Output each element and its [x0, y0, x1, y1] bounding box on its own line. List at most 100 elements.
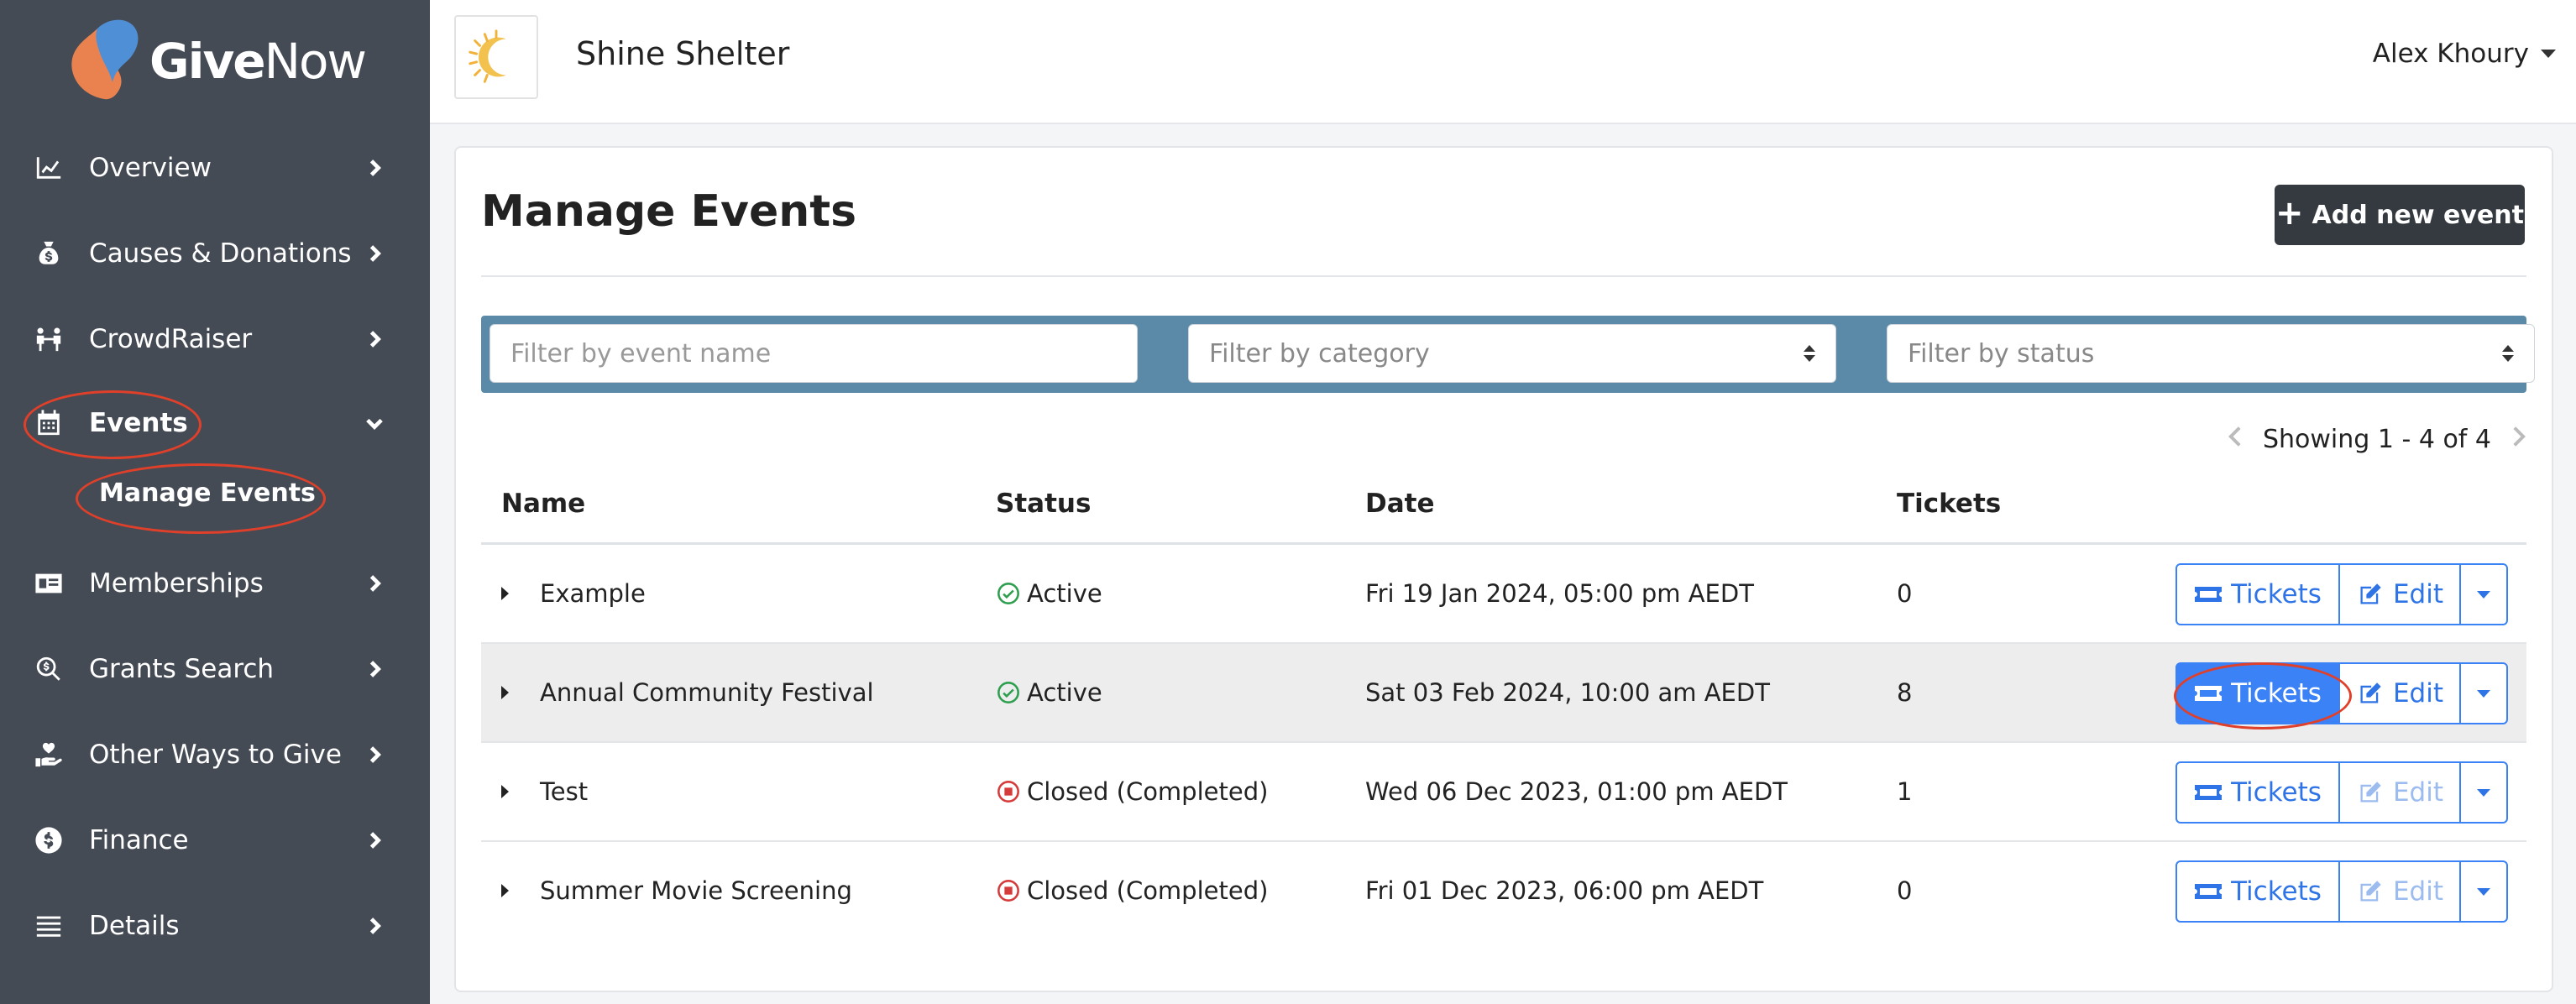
top-bar: Shine Shelter Alex Khoury	[430, 0, 2576, 124]
expand-row-icon[interactable]	[501, 587, 509, 600]
add-new-event-button[interactable]: + Add new event	[2275, 185, 2525, 245]
event-status: Closed (Completed)	[997, 743, 1268, 840]
edit-button[interactable]: Edit	[2338, 563, 2461, 625]
more-actions-dropdown[interactable]	[2459, 662, 2508, 724]
filter-event-name[interactable]	[490, 324, 1138, 383]
event-date: Sat 03 Feb 2024, 10:00 am AEDT	[1365, 678, 1770, 707]
sidebar-item-label: CrowdRaiser	[89, 324, 253, 354]
ticket-icon	[2195, 587, 2223, 602]
chevron-right-icon	[363, 829, 386, 852]
add-new-event-label: Add new event	[2312, 200, 2524, 230]
edit-button: Edit	[2338, 761, 2461, 824]
more-actions-dropdown[interactable]	[2459, 860, 2508, 923]
sidebar-item-events[interactable]: Events	[0, 385, 430, 461]
chevron-right-icon	[363, 572, 386, 595]
sidebar-item-label: Details	[89, 911, 180, 941]
filter-category-select[interactable]: Filter by category	[1188, 324, 1836, 383]
row-actions: Tickets Edit	[2175, 761, 2508, 824]
hand-heart-icon	[34, 740, 64, 770]
tickets-button-label: Tickets	[2231, 876, 2322, 907]
event-tickets: 0	[1897, 579, 1913, 608]
event-name: Example	[540, 579, 646, 608]
tickets-button[interactable]: Tickets	[2175, 761, 2340, 824]
sidebar-item-label: Events	[89, 408, 188, 438]
logo-wordmark: GiveNow	[149, 33, 367, 90]
filter-event-name-input[interactable]	[490, 325, 1137, 382]
edit-button-label: Edit	[2392, 777, 2444, 808]
user-menu[interactable]: Alex Khoury	[2373, 39, 2556, 69]
sidebar-item-overview[interactable]: Overview	[0, 130, 430, 206]
list-icon	[34, 911, 64, 941]
sidebar: GiveNow Overview Causes & Donations Crow…	[0, 0, 430, 1004]
edit-icon	[2360, 782, 2381, 803]
people-link-icon	[34, 324, 64, 354]
tickets-button[interactable]: Tickets	[2175, 563, 2340, 625]
edit-button-label: Edit	[2392, 579, 2444, 609]
row-actions: Tickets Edit	[2175, 662, 2508, 724]
tickets-button-label: Tickets	[2231, 777, 2322, 808]
next-page-icon[interactable]	[2510, 425, 2528, 454]
column-header-name[interactable]: Name	[501, 489, 585, 519]
coin-dollar-icon	[34, 825, 64, 855]
sidebar-item-crowdraiser[interactable]: CrowdRaiser	[0, 301, 430, 377]
logo-now-text: Now	[264, 33, 367, 90]
id-card-icon	[34, 568, 64, 599]
edit-button-label: Edit	[2392, 876, 2444, 907]
sidebar-item-memberships[interactable]: Memberships	[0, 546, 430, 621]
event-date: Wed 06 Dec 2023, 01:00 pm AEDT	[1365, 777, 1788, 806]
sidebar-item-finance[interactable]: Finance	[0, 803, 430, 878]
column-header-date[interactable]: Date	[1365, 489, 1435, 519]
more-actions-dropdown[interactable]	[2459, 761, 2508, 824]
event-date: Fri 01 Dec 2023, 06:00 pm AEDT	[1365, 876, 1764, 905]
row-actions: Tickets Edit	[2175, 860, 2508, 923]
event-tickets: 8	[1897, 678, 1913, 707]
sidebar-item-grants-search[interactable]: Grants Search	[0, 631, 430, 707]
expand-row-icon[interactable]	[501, 686, 509, 699]
ticket-icon	[2195, 884, 2223, 899]
chevron-right-icon	[363, 242, 386, 265]
donation-bag-icon	[34, 238, 64, 269]
plus-icon: +	[2275, 194, 2304, 233]
page-title: Manage Events	[481, 186, 857, 237]
filter-status-select[interactable]: Filter by status	[1887, 324, 2535, 383]
sidebar-item-label: Grants Search	[89, 654, 275, 684]
caret-down-icon	[2477, 887, 2490, 896]
pagination: Showing 1 - 4 of 4	[2226, 425, 2528, 454]
filter-bar: Filter by category Filter by status	[481, 316, 2535, 393]
sidebar-subitem-manage-events[interactable]: Manage Events	[99, 478, 316, 508]
ticket-icon	[2195, 785, 2223, 800]
tickets-button[interactable]: Tickets	[2175, 860, 2340, 923]
table-row: Annual Community Festival Active Sat 03 …	[481, 644, 2526, 743]
calendar-icon	[34, 408, 64, 438]
event-status: Closed (Completed)	[997, 842, 1268, 939]
event-tickets: 1	[1897, 777, 1913, 806]
pagination-text: Showing 1 - 4 of 4	[2262, 425, 2491, 454]
table-row: Example Active Fri 19 Jan 2024, 05:00 pm…	[481, 545, 2526, 644]
edit-icon	[2360, 881, 2381, 902]
caret-down-icon	[2541, 50, 2556, 58]
column-header-status[interactable]: Status	[996, 489, 1091, 519]
table-row: Summer Movie Screening Closed (Completed…	[481, 842, 2526, 941]
column-header-tickets[interactable]: Tickets	[1897, 489, 2001, 519]
sidebar-item-causes-donations[interactable]: Causes & Donations	[0, 216, 430, 291]
expand-row-icon[interactable]	[501, 785, 509, 798]
select-arrows-icon	[1804, 345, 1815, 362]
sidebar-item-label: Finance	[89, 825, 189, 855]
event-status: Active	[997, 545, 1102, 642]
expand-row-icon[interactable]	[501, 884, 509, 897]
tickets-button[interactable]: Tickets	[2175, 662, 2340, 724]
prev-page-icon[interactable]	[2226, 425, 2244, 454]
edit-icon	[2360, 583, 2381, 604]
tickets-button-label: Tickets	[2231, 678, 2322, 709]
more-actions-dropdown[interactable]	[2459, 563, 2508, 625]
edit-button[interactable]: Edit	[2338, 662, 2461, 724]
event-date: Fri 19 Jan 2024, 05:00 pm AEDT	[1365, 579, 1754, 608]
caret-down-icon	[2477, 788, 2490, 797]
event-status-text: Active	[1027, 678, 1102, 707]
edit-icon	[2360, 682, 2381, 703]
sidebar-item-other-ways-to-give[interactable]: Other Ways to Give	[0, 717, 430, 792]
sidebar-item-label: Overview	[89, 153, 212, 183]
divider	[481, 275, 2526, 277]
givenow-logo[interactable]: GiveNow	[64, 15, 367, 107]
sidebar-item-details[interactable]: Details	[0, 888, 430, 964]
